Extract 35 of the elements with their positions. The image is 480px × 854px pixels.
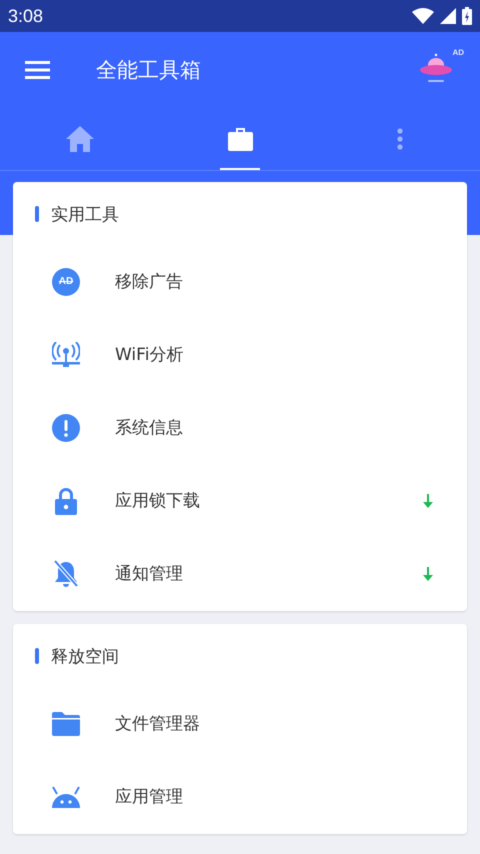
- alert-icon: [52, 414, 80, 442]
- more-icon: [397, 128, 403, 150]
- status-time: 3:08: [8, 6, 44, 26]
- ufo-icon: [420, 52, 454, 84]
- tool-label: 文件管理器: [115, 713, 201, 735]
- ad-button[interactable]: AD: [420, 52, 464, 88]
- tool-label: 移除广告: [115, 271, 184, 293]
- tool-item[interactable]: 文件管理器: [13, 686, 467, 761]
- tool-label: 系统信息: [115, 417, 184, 439]
- lock-icon: [55, 486, 77, 514]
- ad-block-icon: AD: [52, 268, 80, 296]
- tool-label: 通知管理: [115, 563, 184, 585]
- tool-label: 应用管理: [115, 786, 184, 808]
- cell-signal-icon: [440, 8, 456, 24]
- bell-off-icon: [53, 560, 79, 588]
- app-title: 全能工具箱: [96, 57, 202, 84]
- wifi-signal-icon: [412, 8, 434, 24]
- tool-item[interactable]: AD 移除广告: [13, 244, 467, 319]
- folder-icon: [52, 712, 80, 736]
- tool-item[interactable]: 通知管理: [13, 536, 467, 611]
- tool-item[interactable]: 应用锁下载: [13, 463, 467, 538]
- menu-icon: [25, 61, 50, 79]
- battery-icon: [462, 7, 472, 25]
- tool-item[interactable]: 系统信息: [13, 390, 467, 465]
- android-icon: [52, 786, 80, 808]
- tool-label: WiFi分析: [115, 344, 184, 366]
- section-title: 释放空间: [51, 646, 119, 668]
- menu-button[interactable]: [25, 61, 50, 79]
- briefcase-icon: [228, 127, 252, 151]
- home-icon: [66, 126, 94, 152]
- tool-item[interactable]: WiFi分析: [13, 317, 467, 392]
- tool-label: 应用锁下载: [115, 490, 201, 512]
- section-title: 实用工具: [51, 204, 119, 226]
- wifi-tower-icon: [52, 342, 80, 368]
- tool-item[interactable]: 应用管理: [13, 759, 467, 834]
